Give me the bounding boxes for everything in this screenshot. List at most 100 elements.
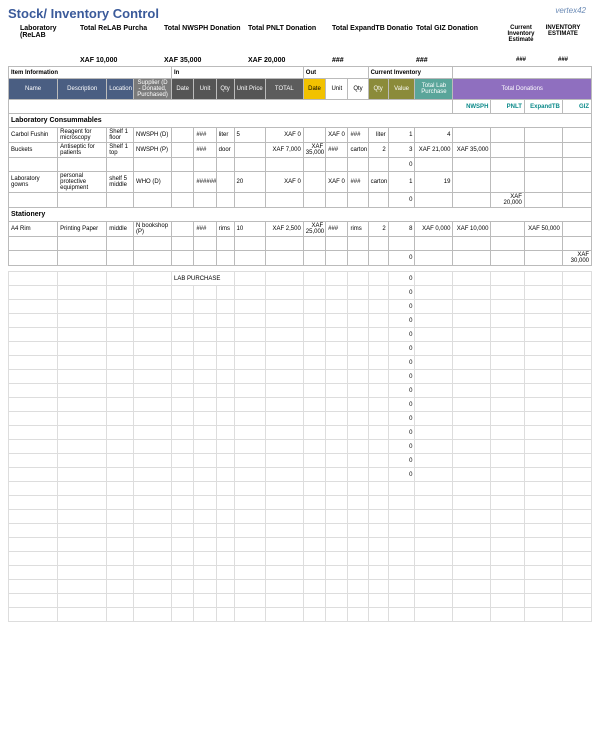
cell[interactable]: [107, 314, 134, 328]
cell[interactable]: 0: [388, 342, 415, 356]
cell[interactable]: [491, 286, 524, 300]
cell[interactable]: [524, 594, 562, 608]
cell-sup[interactable]: [134, 158, 172, 172]
cell[interactable]: [9, 342, 58, 356]
cell-unit1[interactable]: ###: [194, 143, 216, 158]
cell-tlp[interactable]: [415, 193, 453, 208]
cell[interactable]: [303, 384, 325, 398]
cell[interactable]: [368, 412, 388, 426]
cell[interactable]: [415, 272, 453, 286]
cell[interactable]: [216, 524, 234, 538]
cell[interactable]: [453, 328, 491, 342]
cell[interactable]: [134, 468, 172, 482]
cell[interactable]: [562, 314, 591, 328]
cell-date1[interactable]: [172, 237, 194, 251]
cell[interactable]: [216, 566, 234, 580]
cell-unit2[interactable]: XAF 0: [326, 128, 348, 143]
cell[interactable]: [194, 370, 216, 384]
cell[interactable]: [58, 328, 107, 342]
cell-date1[interactable]: [172, 128, 194, 143]
cell[interactable]: [107, 440, 134, 454]
cell[interactable]: [348, 482, 368, 496]
cell[interactable]: [234, 272, 265, 286]
cell[interactable]: [388, 496, 415, 510]
cell[interactable]: [303, 272, 325, 286]
cell[interactable]: [172, 580, 194, 594]
cell-exp[interactable]: [524, 172, 562, 193]
cell[interactable]: [265, 580, 303, 594]
cell-desc[interactable]: personal protective equipment: [58, 172, 107, 193]
cell[interactable]: [234, 426, 265, 440]
cell[interactable]: [326, 300, 348, 314]
cell-date2[interactable]: [303, 172, 325, 193]
cell[interactable]: [58, 370, 107, 384]
cell[interactable]: [194, 328, 216, 342]
cell-sup[interactable]: [134, 251, 172, 266]
cell[interactable]: [562, 594, 591, 608]
cell-name[interactable]: [9, 251, 58, 266]
cell[interactable]: [562, 426, 591, 440]
cell[interactable]: [172, 510, 194, 524]
cell[interactable]: [348, 286, 368, 300]
cell[interactable]: [234, 510, 265, 524]
cell[interactable]: [58, 440, 107, 454]
cell-loc[interactable]: Shelf 1 floor: [107, 128, 134, 143]
cell[interactable]: [368, 370, 388, 384]
cell[interactable]: [134, 538, 172, 552]
cell[interactable]: [415, 594, 453, 608]
cell-giz[interactable]: [562, 143, 591, 158]
cell[interactable]: [172, 454, 194, 468]
cell-giz[interactable]: [562, 237, 591, 251]
cell[interactable]: [9, 538, 58, 552]
cell[interactable]: [348, 538, 368, 552]
cell[interactable]: [303, 314, 325, 328]
cell[interactable]: [194, 510, 216, 524]
cell[interactable]: [58, 454, 107, 468]
cell[interactable]: [415, 538, 453, 552]
cell[interactable]: [107, 342, 134, 356]
cell[interactable]: [172, 524, 194, 538]
cell[interactable]: [234, 342, 265, 356]
cell-nwsph[interactable]: [453, 193, 491, 208]
cell-pnlt[interactable]: XAF 20,000: [491, 193, 524, 208]
cell-qty2[interactable]: [348, 251, 368, 266]
cell[interactable]: [216, 314, 234, 328]
cell-total[interactable]: XAF 2,500: [265, 222, 303, 237]
cell[interactable]: [58, 398, 107, 412]
cell-unit2[interactable]: [326, 158, 348, 172]
cell-exp[interactable]: [524, 143, 562, 158]
cell[interactable]: [58, 468, 107, 482]
cell[interactable]: [265, 566, 303, 580]
cell[interactable]: [9, 454, 58, 468]
cell[interactable]: [326, 412, 348, 426]
cell[interactable]: [348, 398, 368, 412]
cell[interactable]: [172, 538, 194, 552]
cell-qty1[interactable]: liter: [216, 128, 234, 143]
cell-cq[interactable]: [368, 158, 388, 172]
cell[interactable]: [348, 314, 368, 328]
cell[interactable]: [107, 286, 134, 300]
cell-nwsph[interactable]: [453, 251, 491, 266]
cell-tlp[interactable]: [415, 237, 453, 251]
cell-up[interactable]: [234, 143, 265, 158]
cell[interactable]: [524, 286, 562, 300]
cell[interactable]: [172, 398, 194, 412]
cell[interactable]: [303, 496, 325, 510]
cell[interactable]: [172, 468, 194, 482]
cell[interactable]: [234, 328, 265, 342]
cell[interactable]: [172, 552, 194, 566]
cell-giz[interactable]: [562, 193, 591, 208]
cell[interactable]: [524, 510, 562, 524]
cell[interactable]: [368, 426, 388, 440]
cell-date2[interactable]: XAF 25,000: [303, 222, 325, 237]
cell-giz[interactable]: [562, 158, 591, 172]
cell[interactable]: [524, 454, 562, 468]
cell[interactable]: [172, 286, 194, 300]
cell-cv[interactable]: 0: [388, 158, 415, 172]
cell[interactable]: [134, 566, 172, 580]
cell-unit1[interactable]: [194, 193, 216, 208]
cell-date2[interactable]: [303, 237, 325, 251]
cell[interactable]: [9, 300, 58, 314]
cell[interactable]: [491, 440, 524, 454]
cell[interactable]: [368, 356, 388, 370]
